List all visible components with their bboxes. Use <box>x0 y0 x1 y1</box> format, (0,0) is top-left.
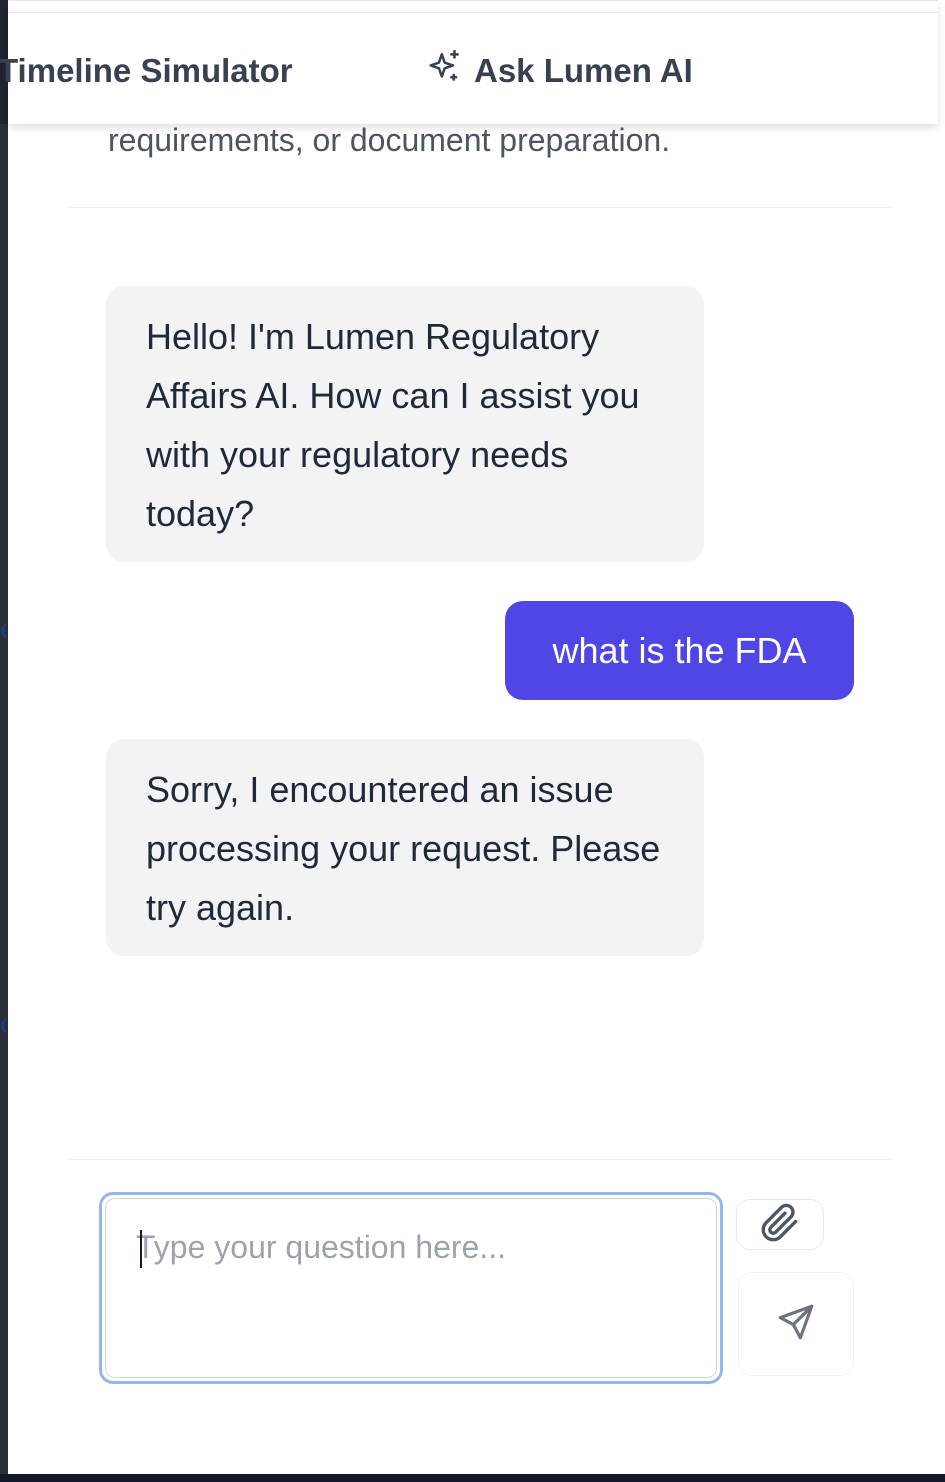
message-input-container <box>99 1192 723 1384</box>
background-fragment: e <box>0 614 6 644</box>
nav-timeline-label: Timeline Simulator <box>0 52 293 89</box>
sparkles-icon <box>426 48 474 94</box>
top-nav: Timeline Simulator Ask Lumen AI <box>0 0 938 124</box>
background-app-edge: e c <box>0 124 8 1482</box>
send-button[interactable] <box>738 1272 854 1376</box>
assistant-message: Hello! I'm Lumen Regulatory Affairs AI. … <box>106 286 704 562</box>
assistant-message: Sorry, I encountered an issue processing… <box>106 739 704 956</box>
nav-divider <box>8 12 938 13</box>
window-bottom-edge <box>0 1474 945 1482</box>
nav-ask-label: Ask Lumen AI <box>474 52 693 89</box>
nav-ask-lumen-ai[interactable]: Ask Lumen AI <box>426 49 693 93</box>
attach-file-button[interactable] <box>736 1199 824 1250</box>
send-icon <box>775 1301 817 1347</box>
message-input[interactable] <box>105 1198 717 1378</box>
composer-divider <box>68 1159 892 1160</box>
chat-panel: Timeline Simulator Ask Lumen AI requirem… <box>0 0 945 1474</box>
text-caret <box>140 1230 142 1268</box>
nav-timeline-simulator[interactable]: Timeline Simulator <box>0 49 293 93</box>
user-message: what is the FDA <box>505 601 854 700</box>
conversation-divider <box>68 207 892 208</box>
intro-message-tail: requirements, or document preparation. <box>108 122 671 158</box>
paperclip-icon <box>760 1203 800 1247</box>
background-fragment: c <box>0 1009 6 1039</box>
